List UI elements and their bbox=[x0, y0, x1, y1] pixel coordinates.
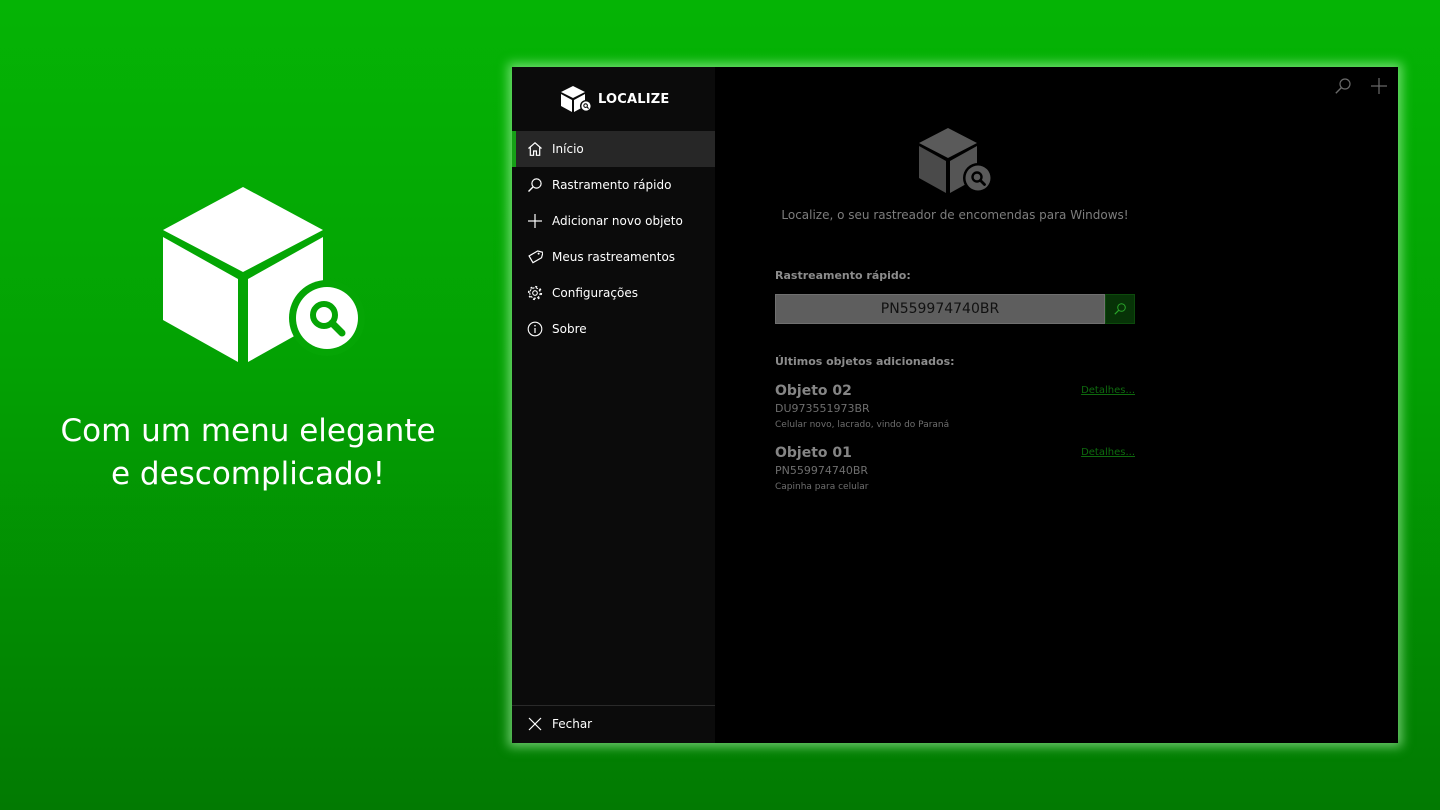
app-header: LOCALIZE bbox=[560, 85, 670, 113]
nav-item-inicio[interactable]: Início bbox=[512, 131, 715, 167]
search-icon bbox=[528, 178, 542, 192]
promo-caption-line: Com um menu elegante bbox=[60, 413, 436, 449]
tag-icon bbox=[528, 250, 543, 264]
object-details-link[interactable]: Detalhes... bbox=[1081, 385, 1135, 396]
nav-item-label: Fechar bbox=[552, 717, 593, 731]
nav-item-label: Início bbox=[552, 142, 584, 156]
info-icon bbox=[527, 321, 543, 337]
gear-icon bbox=[527, 285, 543, 301]
promo-caption-line: e descomplicado! bbox=[110, 456, 386, 492]
nav-item-label: Sobre bbox=[552, 322, 587, 336]
package-search-logo-icon bbox=[163, 187, 365, 362]
object-description: Celular novo, lacrado, vindo do Paraná bbox=[775, 420, 950, 430]
app-logo-icon bbox=[561, 86, 592, 112]
nav-item-label: Configurações bbox=[552, 286, 638, 300]
object-code: DU973551973BR bbox=[775, 402, 870, 415]
plus-icon[interactable] bbox=[1370, 77, 1388, 95]
nav-menu: Início Rastramento rápido Adicionar novo… bbox=[512, 131, 715, 347]
plus-icon bbox=[528, 214, 542, 228]
nav-item-fechar[interactable]: Fechar bbox=[512, 706, 715, 742]
quick-track-search-button[interactable] bbox=[1105, 294, 1135, 324]
search-icon[interactable] bbox=[1334, 77, 1352, 95]
nav-item-sobre[interactable]: Sobre bbox=[512, 311, 715, 347]
sidebar-footer: Fechar bbox=[512, 705, 715, 743]
close-icon bbox=[528, 717, 542, 731]
nav-item-configuracoes[interactable]: Configurações bbox=[512, 275, 715, 311]
search-icon bbox=[1114, 303, 1126, 315]
nav-item-rastreamento-rapido[interactable]: Rastramento rápido bbox=[512, 167, 715, 203]
quick-track-label: Rastreamento rápido: bbox=[775, 269, 911, 282]
nav-item-meus-rastreamentos[interactable]: Meus rastreamentos bbox=[512, 239, 715, 275]
package-search-logo-icon bbox=[919, 128, 993, 193]
quick-track-input[interactable] bbox=[775, 294, 1105, 324]
app-tagline: Localize, o seu rastreador de encomendas… bbox=[781, 208, 1129, 222]
nav-item-label: Adicionar novo objeto bbox=[552, 214, 683, 228]
recent-object-item: Objeto 01 PN559974740BR Capinha para cel… bbox=[775, 445, 1135, 492]
quick-track-form bbox=[775, 294, 1135, 324]
nav-item-adicionar-objeto[interactable]: Adicionar novo objeto bbox=[512, 203, 715, 239]
app-title: LOCALIZE bbox=[598, 91, 670, 107]
nav-item-label: Rastramento rápido bbox=[552, 178, 672, 192]
object-code: PN559974740BR bbox=[775, 464, 869, 477]
promo-caption: Com um menu elegante e descomplicado! bbox=[20, 410, 476, 496]
sidebar: LOCALIZE Início Rastramento rápido Adici… bbox=[512, 67, 715, 743]
object-details-link[interactable]: Detalhes... bbox=[1081, 447, 1135, 458]
app-window: LOCALIZE Início Rastramento rápido Adici… bbox=[512, 67, 1398, 743]
recent-objects-label: Últimos objetos adicionados: bbox=[775, 355, 955, 368]
home-icon bbox=[528, 142, 542, 156]
nav-item-label: Meus rastreamentos bbox=[552, 250, 676, 264]
recent-object-item: Objeto 02 DU973551973BR Celular novo, la… bbox=[775, 383, 1135, 430]
title-bar-actions bbox=[1334, 77, 1388, 95]
main-content: Localize, o seu rastreador de encomendas… bbox=[775, 67, 1135, 743]
object-description: Capinha para celular bbox=[775, 482, 869, 492]
